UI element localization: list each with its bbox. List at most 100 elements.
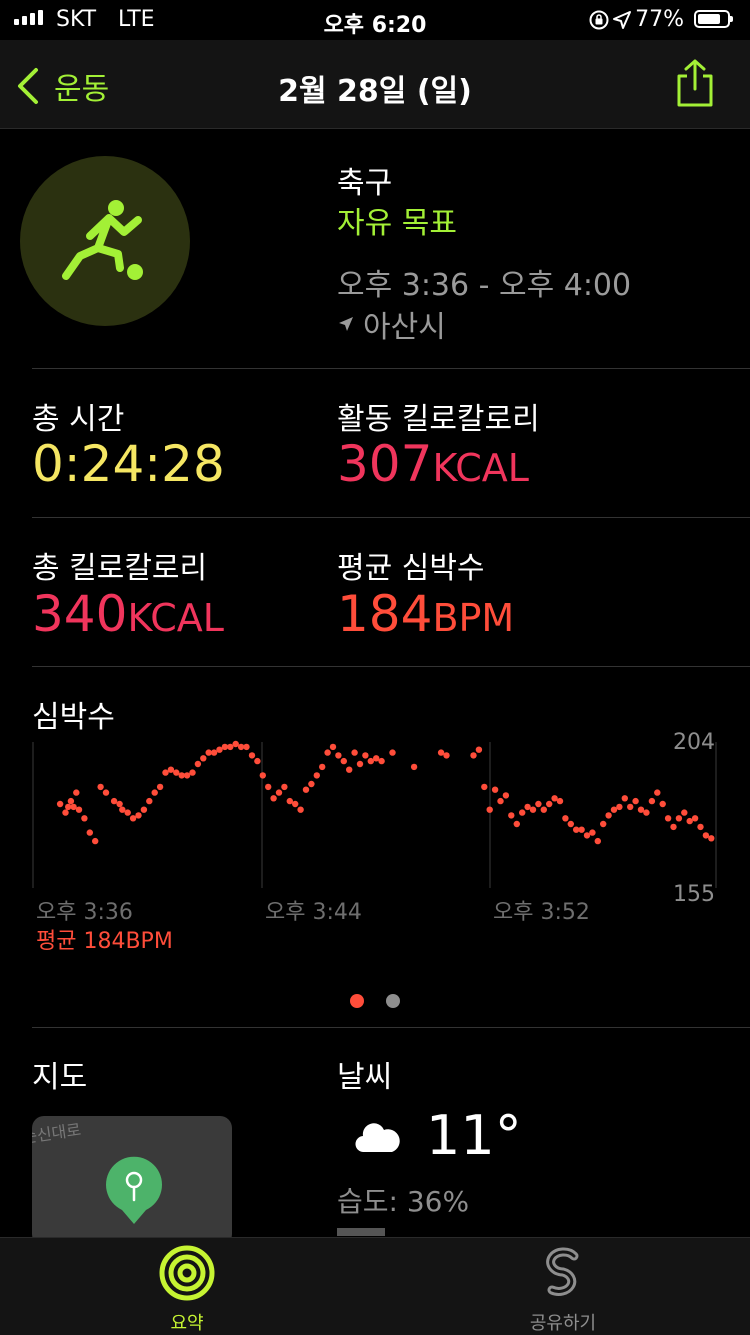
heart-rate-point — [302, 786, 310, 793]
heart-rate-point — [270, 795, 277, 802]
heart-rate-point — [232, 740, 239, 748]
divider — [32, 517, 750, 518]
share-button[interactable] — [674, 58, 716, 112]
workout-type-badge — [20, 156, 190, 326]
heart-rate-point — [167, 766, 175, 773]
heart-rate-point — [162, 769, 169, 776]
heart-rate-point — [75, 806, 83, 813]
share-icon — [677, 59, 713, 107]
active-kcal-value: 307KCAL — [337, 436, 529, 496]
page-dot-active[interactable] — [350, 994, 364, 1008]
heart-rate-point — [243, 743, 250, 751]
heart-rate-point — [200, 755, 207, 762]
divider — [32, 666, 750, 667]
heart-rate-point — [691, 815, 699, 822]
heart-rate-point — [70, 803, 77, 811]
weather-detail-bar — [337, 1228, 385, 1236]
tab-summary[interactable]: 요약 — [87, 1244, 287, 1335]
heart-rate-point — [86, 829, 94, 836]
heart-rate-point — [648, 797, 656, 805]
heart-rate-point — [600, 820, 607, 828]
heart-rate-point — [443, 752, 450, 759]
heart-rate-point — [362, 752, 369, 759]
average-hr-label: 평균 184BPM — [36, 929, 173, 954]
location-label: 아산시 — [363, 310, 446, 345]
weather-title: 날씨 — [337, 1060, 393, 1095]
heart-rate-point — [616, 803, 623, 811]
heart-rate-point — [675, 815, 683, 822]
status-bar: SKT LTE 오후 6:20 77% — [0, 0, 750, 40]
heart-rate-point — [281, 783, 288, 791]
heart-rate-point — [297, 806, 304, 813]
heart-rate-point — [519, 809, 526, 816]
tab-sharing[interactable]: 공유하기 — [463, 1244, 663, 1335]
heart-rate-point — [173, 769, 180, 776]
y-max-label: 204 — [673, 730, 715, 755]
heart-rate-point — [116, 800, 123, 808]
heart-rate-point — [610, 806, 618, 813]
location-arrow-icon — [612, 10, 632, 36]
heart-rate-point — [556, 797, 564, 805]
avg-hr-value: 184BPM — [337, 586, 514, 646]
active-kcal-label: 활동 킬로칼로리 — [337, 402, 540, 437]
heart-rate-point — [621, 795, 628, 802]
heart-rate-point — [367, 757, 374, 765]
workout-location: 아산시 — [337, 302, 446, 346]
heart-rate-point — [589, 829, 596, 836]
heart-rate-point — [562, 815, 569, 822]
avg-hr-unit: BPM — [432, 596, 515, 640]
battery-percentage: 77% — [635, 7, 684, 32]
heart-rate-point — [62, 809, 69, 816]
heart-rate-point — [216, 746, 223, 753]
heart-rate-point — [140, 806, 148, 813]
heart-rate-point — [102, 789, 110, 796]
heart-rate-point — [697, 823, 704, 831]
heart-rate-point — [313, 772, 320, 779]
tab-summary-label: 요약 — [170, 1313, 204, 1334]
heart-rate-point — [210, 749, 218, 756]
map-thumbnail[interactable]: 순신대로 — [32, 1116, 232, 1246]
heart-rate-point — [183, 772, 191, 779]
heart-rate-point — [708, 835, 715, 842]
active-kcal-unit: KCAL — [432, 446, 529, 490]
heart-rate-point — [670, 823, 677, 831]
heart-rate-point — [664, 815, 672, 822]
heart-rate-point — [56, 800, 64, 808]
heart-rate-point — [702, 832, 710, 839]
heart-rate-point — [129, 815, 137, 822]
heart-rate-chart[interactable]: 204 155 오후 3:36 오후 3:44 오후 3:52 평균 184BP… — [0, 730, 750, 960]
heart-rate-point — [540, 806, 547, 813]
heart-rate-point — [475, 746, 483, 753]
heart-rate-point — [248, 752, 256, 759]
x-label-3: 오후 3:52 — [493, 900, 590, 925]
y-min-label: 155 — [673, 882, 715, 907]
divider — [32, 368, 750, 369]
heart-rate-point — [308, 780, 315, 788]
heart-rate-point — [151, 789, 158, 796]
heart-rate-point — [275, 789, 283, 796]
heart-rate-point — [335, 752, 342, 759]
heart-rate-point — [319, 763, 326, 771]
tab-sharing-label: 공유하기 — [529, 1313, 597, 1334]
heart-rate-point — [502, 792, 510, 799]
activity-rings-icon — [159, 1245, 215, 1301]
heart-rate-point — [92, 837, 99, 845]
total-kcal-label: 총 킬로칼로리 — [32, 551, 208, 586]
heart-rate-point — [389, 749, 396, 756]
heart-rate-point — [546, 800, 553, 808]
navigation-bar: 운동 2월 28일 (일) — [0, 40, 750, 129]
page-dot[interactable] — [386, 994, 400, 1008]
workout-goal: 자유 목표 — [337, 206, 457, 241]
total-kcal-number: 340 — [32, 585, 128, 643]
total-time-value: 0:24:28 — [32, 435, 225, 493]
x-label-2: 오후 3:44 — [265, 900, 362, 925]
heart-rate-point — [686, 817, 693, 825]
heart-rate-point — [491, 786, 499, 793]
heart-rate-point — [681, 809, 688, 816]
soccer-player-icon — [62, 200, 143, 280]
total-kcal-value: 340KCAL — [32, 586, 224, 646]
heart-rate-point — [627, 803, 634, 811]
heart-rate-point — [378, 757, 385, 765]
map-road-label: 순신대로 — [32, 1119, 83, 1147]
divider — [32, 1027, 750, 1028]
